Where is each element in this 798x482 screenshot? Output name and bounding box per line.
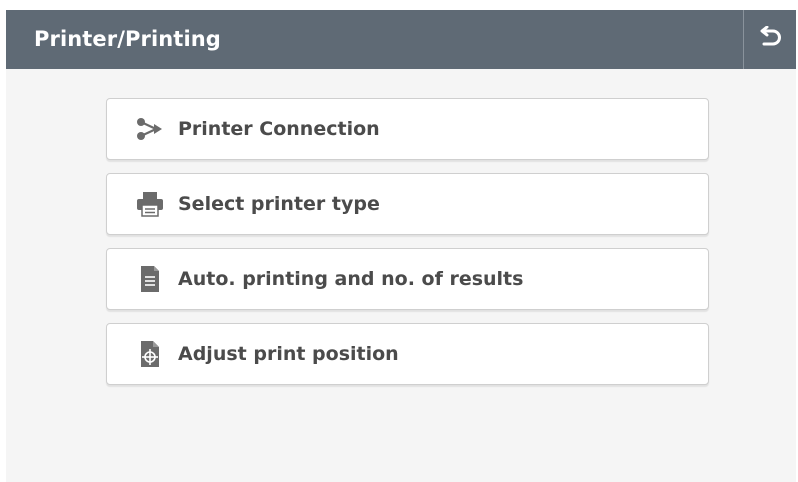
menu-item-select-printer-type[interactable]: Select printer type [106, 173, 709, 235]
connection-share-icon [135, 114, 165, 144]
undo-arrow-icon [757, 25, 783, 54]
menu-item-auto-printing[interactable]: Auto. printing and no. of results [106, 248, 709, 310]
menu-item-label: Printer Connection [178, 118, 380, 140]
menu-item-adjust-print-position[interactable]: Adjust print position [106, 323, 709, 385]
menu-list: Printer Connection Select printer type A… [106, 98, 709, 398]
app-screen: Printer/Printing Printer Connection Sele… [6, 10, 796, 482]
back-button[interactable] [743, 10, 796, 69]
printer-icon [135, 189, 165, 219]
page-title: Printer/Printing [34, 27, 221, 51]
menu-item-label: Select printer type [178, 193, 380, 215]
menu-item-printer-connection[interactable]: Printer Connection [106, 98, 709, 160]
menu-item-label: Adjust print position [178, 343, 399, 365]
header-bar: Printer/Printing [6, 10, 796, 69]
document-list-icon [135, 264, 165, 294]
menu-item-label: Auto. printing and no. of results [178, 268, 524, 290]
document-crosshair-icon [135, 339, 165, 369]
